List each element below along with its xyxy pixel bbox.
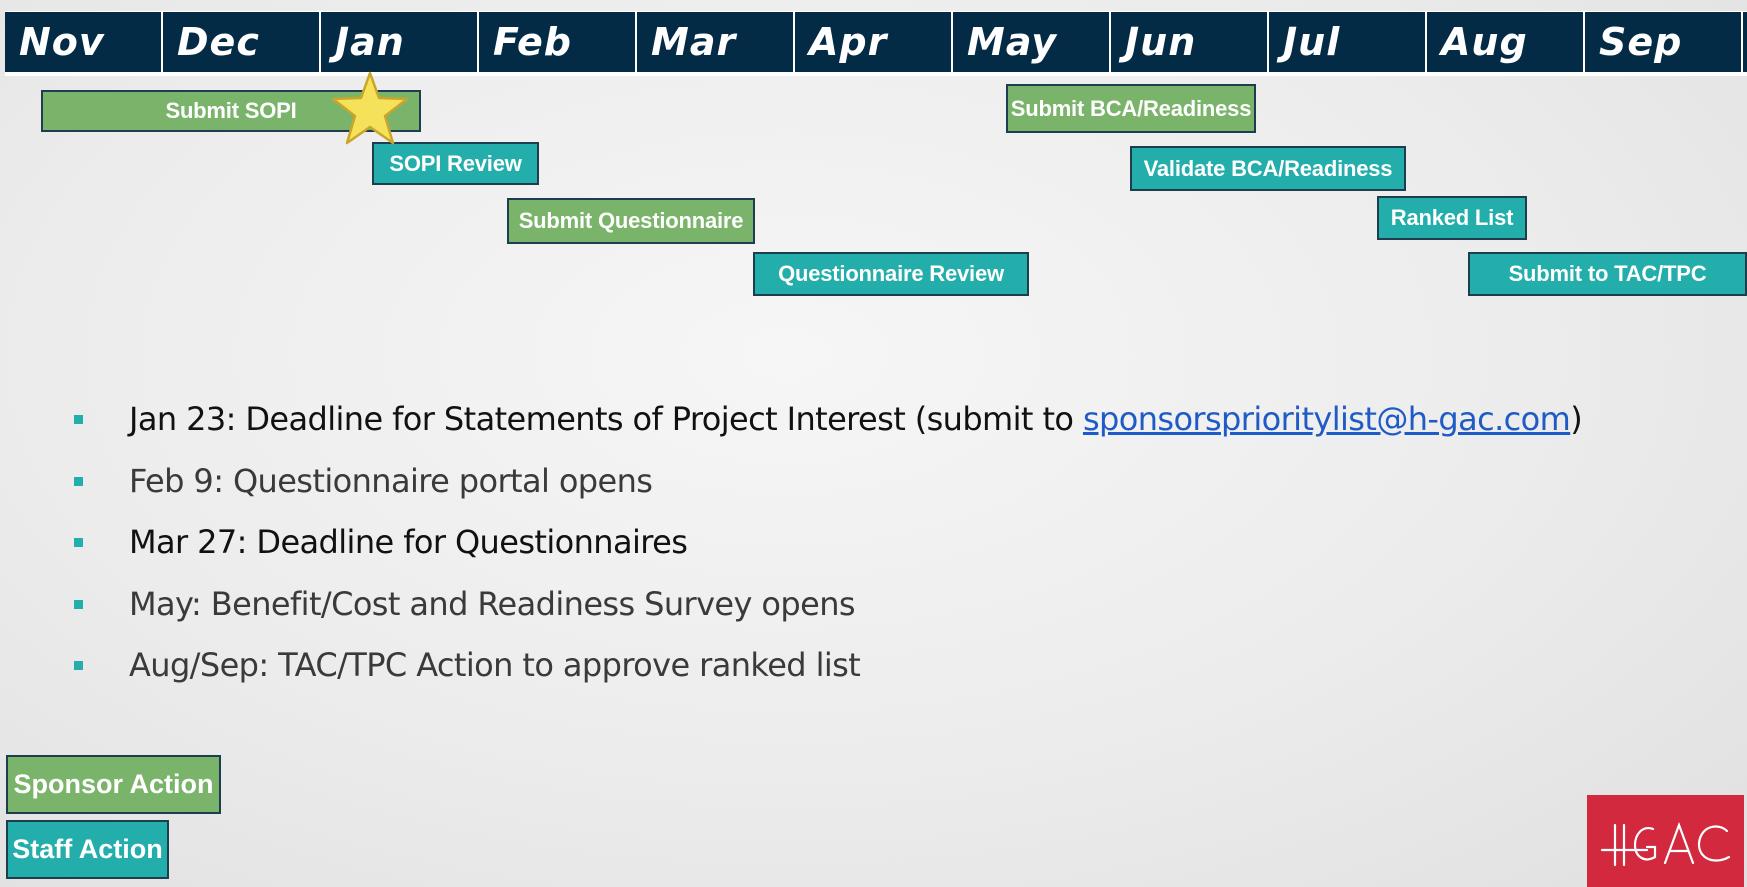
bullet-marker [74, 599, 83, 609]
month-may: May [953, 12, 1111, 72]
email-link[interactable]: sponsorsprioritylist@h-gac.com [1083, 400, 1571, 438]
bullet-text: Aug/Sep: TAC/TPC Action to approve ranke… [129, 646, 861, 684]
bullet-text: May: Benefit/Cost and Readiness Survey o… [129, 584, 856, 623]
task-ranked-list: Ranked List [1377, 196, 1527, 240]
month-dec: Dec [163, 12, 321, 72]
month-apr: Apr [795, 12, 953, 72]
bullet-text: Mar 27: Deadline for Questionnaires [129, 523, 688, 561]
month-mar: Mar [637, 12, 795, 72]
month-nov: Nov [5, 12, 163, 72]
task-validate-bca-readiness: Validate BCA/Readiness [1130, 146, 1406, 191]
timeline-header: Nov Dec Jan Feb Mar Apr May Jun Jul Aug … [5, 11, 1747, 76]
task-questionnaire-review: Questionnaire Review [753, 252, 1029, 296]
bullet-marker [74, 415, 83, 424]
legend-sponsor-action: Sponsor Action [6, 755, 221, 814]
month-feb: Feb [479, 12, 637, 72]
bullet-marker [74, 538, 83, 547]
month-jul: Jul [1269, 12, 1427, 72]
legend-staff-action: Staff Action [6, 820, 169, 879]
task-sopi-review: SOPI Review [372, 142, 539, 185]
logo-mark [1600, 821, 1731, 867]
bullet-suffix: ) [1570, 400, 1583, 438]
hgac-logo [1587, 795, 1744, 887]
month-aug: Aug [1427, 12, 1585, 72]
star-icon [331, 71, 409, 145]
task-submit-bca-readiness: Submit BCA/Readiness [1006, 84, 1256, 133]
month-jan: Jan [321, 12, 479, 72]
bullet-marker [74, 476, 83, 486]
bullet-text: Jan 23: Deadline for Statements of Proje… [129, 400, 1583, 438]
month-sep: Sep [1585, 12, 1743, 72]
bullet-text: Feb 9: Questionnaire portal opens [129, 461, 653, 500]
month-jun: Jun [1111, 12, 1269, 72]
task-submit-to-tac-tpc: Submit to TAC/TPC [1468, 252, 1747, 296]
bullet-marker [74, 661, 83, 670]
task-submit-questionnaire: Submit Questionnaire [507, 198, 755, 244]
bullet-prefix: Jan 23: Deadline for Statements of Proje… [129, 400, 1083, 438]
